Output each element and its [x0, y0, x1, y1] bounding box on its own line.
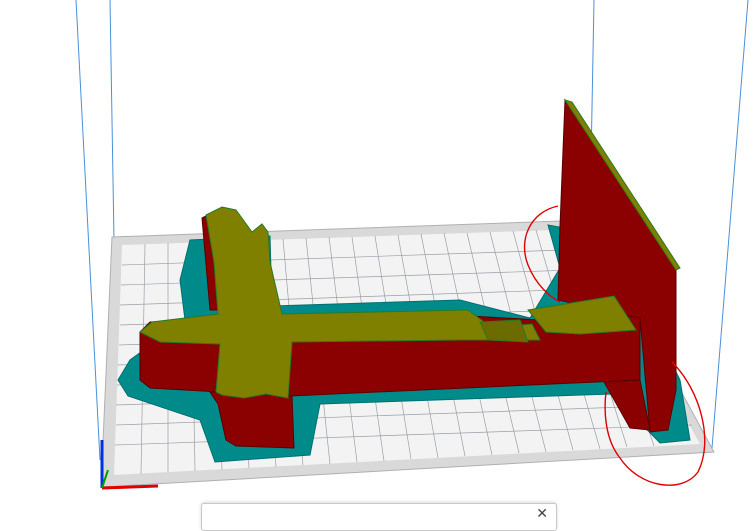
notification-toast: ✕: [201, 503, 557, 531]
axis-x: [101, 484, 159, 490]
3d-viewport[interactable]: [0, 0, 756, 518]
close-icon[interactable]: ✕: [536, 507, 548, 521]
